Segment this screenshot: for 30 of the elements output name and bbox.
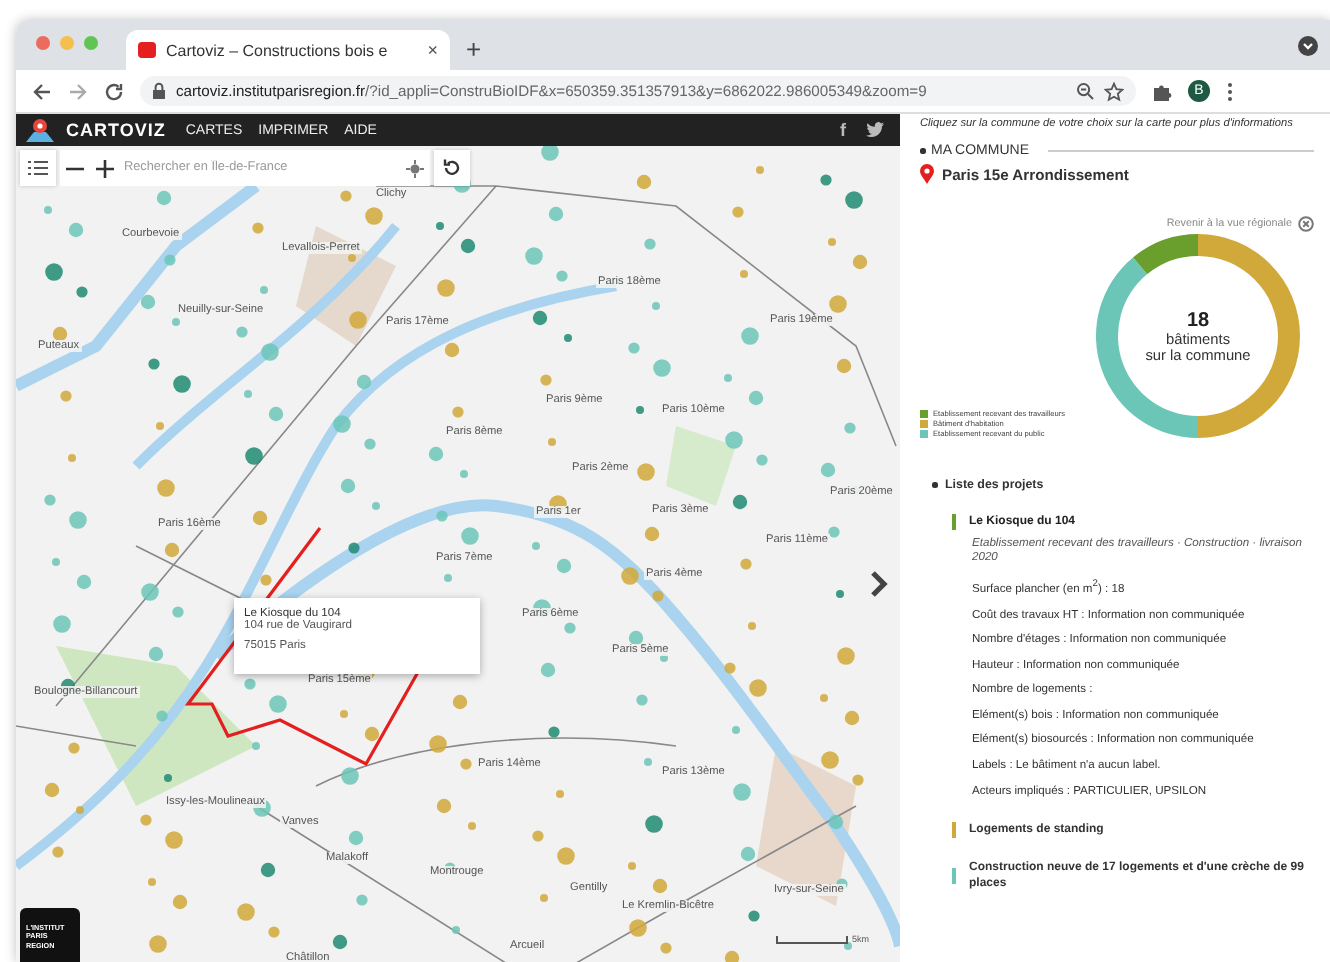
list-icon: [28, 160, 48, 176]
plus-icon: [96, 159, 114, 177]
back-icon[interactable]: [32, 81, 52, 101]
bookmark-star-icon[interactable]: [1104, 81, 1124, 101]
browser-tab[interactable]: Cartoviz – Constructions bois e ×: [126, 30, 450, 70]
facebook-link[interactable]: f: [840, 120, 846, 140]
building-count: 18: [1186, 309, 1210, 331]
more-menu-icon[interactable]: [1226, 81, 1234, 101]
reset-view-button[interactable]: [434, 150, 470, 186]
reload-icon[interactable]: [104, 81, 124, 101]
extensions-puzzle-icon[interactable]: [1152, 81, 1172, 101]
tab-title: Cartoviz – Constructions bois e: [166, 41, 390, 59]
tab-search-icon[interactable]: [1298, 36, 1318, 56]
twitter-bird-icon[interactable]: [866, 122, 884, 138]
locate-icon: [406, 159, 424, 177]
new-tab-button[interactable]: +: [466, 34, 482, 64]
app-logo[interactable]: CARTOVIZ: [66, 120, 166, 140]
locate-button[interactable]: [400, 150, 430, 186]
zoom-icon[interactable]: [1076, 82, 1094, 100]
layers-list-button[interactable]: [20, 150, 56, 186]
close-circle-icon[interactable]: [1298, 216, 1314, 232]
location-pin-icon: [920, 164, 934, 184]
zoom-out-button[interactable]: [60, 150, 90, 186]
logo-pin-icon: [26, 118, 54, 142]
lock-icon: [152, 82, 166, 100]
favicon-icon: [138, 42, 156, 58]
tab-close-button[interactable]: ×: [427, 40, 438, 60]
refresh-icon: [442, 158, 462, 178]
chevron-right-icon[interactable]: [870, 570, 888, 598]
scale-bar: [776, 936, 848, 944]
